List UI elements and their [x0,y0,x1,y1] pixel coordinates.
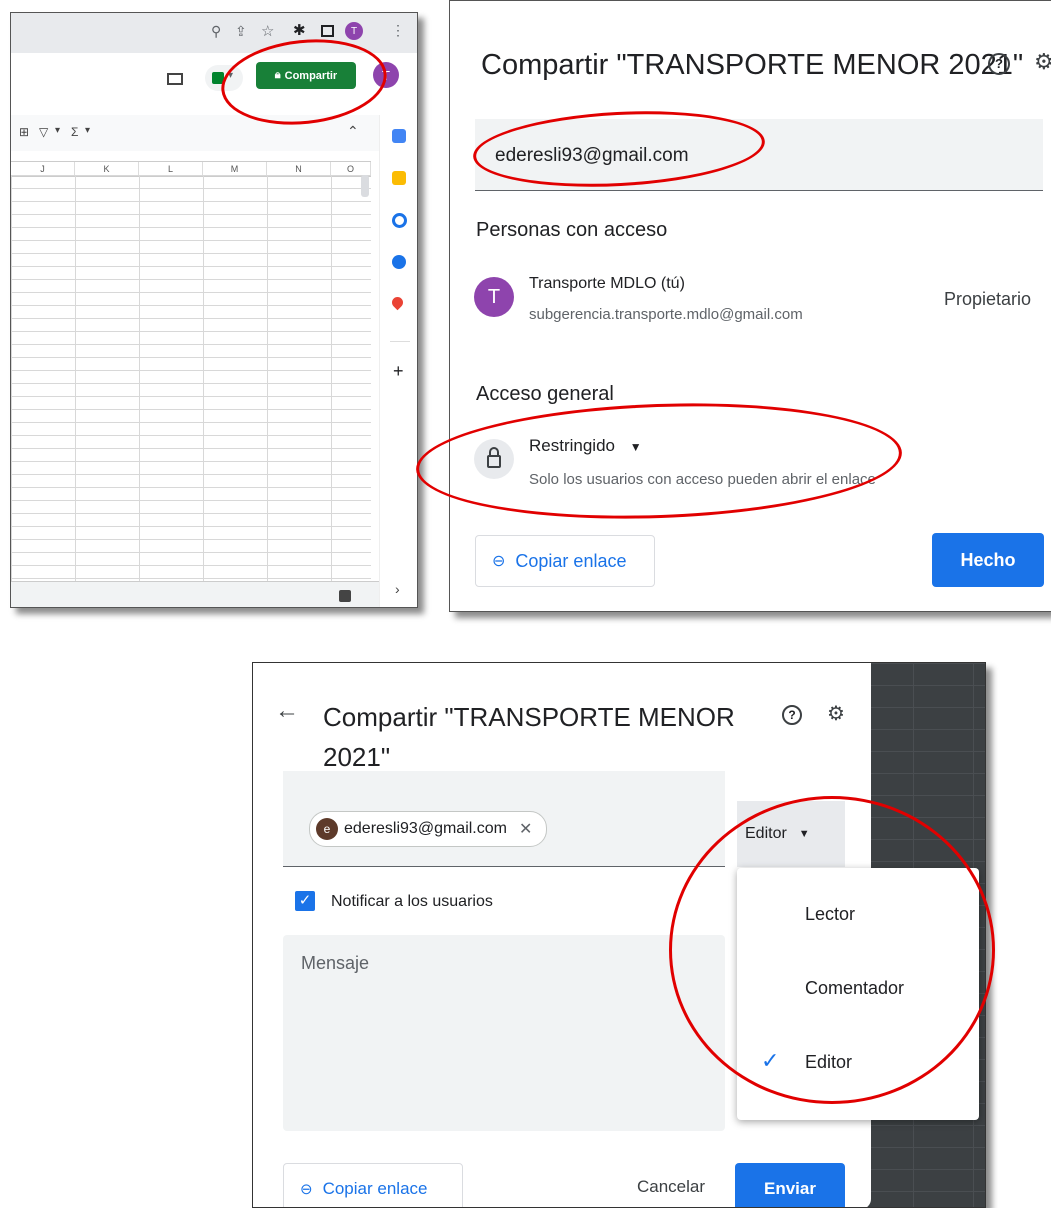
restriction-dropdown[interactable]: Restringido ▼ [529,436,642,456]
add-people-input[interactable]: ederesli93@gmail.com [475,119,1043,191]
browser-toolbar: ⚲ ⇪ ☆ ✱ T ⋮ [11,13,417,53]
comments-icon[interactable] [167,73,183,85]
owner-avatar: T [474,277,514,317]
column-header[interactable]: L [139,162,203,176]
lock-icon: 🔒︎ [274,69,281,81]
chart-icon[interactable]: ⊞ [19,125,29,139]
back-arrow-icon[interactable]: ← [275,697,299,725]
vertical-scrollbar[interactable] [361,175,369,197]
meet-button[interactable]: ▾ [205,65,243,91]
contacts-icon[interactable] [392,255,406,269]
column-header[interactable]: J [11,162,75,176]
explore-icon[interactable] [339,590,351,602]
sheets-header: ▾ 🔒︎ Compartir T [11,53,417,116]
expand-panel-icon[interactable]: › [395,581,400,597]
help-icon[interactable]: ? [782,705,802,725]
sheet-footer [11,581,379,607]
people-with-access-heading: Personas con acceso [476,219,668,241]
sidepanel-icon[interactable] [321,25,334,37]
cancel-button[interactable]: Cancelar [637,1177,705,1197]
dialog-title: Compartir "TRANSPORTE MENOR 2021" [323,697,735,777]
column-header[interactable]: K [75,162,139,176]
kebab-menu-icon[interactable]: ⋮ [391,22,405,39]
done-button[interactable]: Hecho [932,533,1044,587]
chevron-down-icon: ▾ [228,70,234,81]
restriction-label: Restringido [529,436,615,455]
notify-checkbox[interactable]: ✓ [295,891,315,911]
column-header[interactable]: N [267,162,331,176]
chevron-down-icon: ▼ [629,440,642,454]
sheets-window: ⚲ ⇪ ☆ ✱ T ⋮ ▾ 🔒︎ Compartir T ⊞ ▽ ▾ Σ ▾ ⌃… [10,12,418,608]
copy-link-button[interactable]: ⊖ Copiar enlace [283,1163,463,1207]
send-button[interactable]: Enviar [735,1163,845,1207]
dialog-title-line1: Compartir "TRANSPORTE MENOR [323,702,735,732]
calendar-icon[interactable] [392,129,406,143]
notify-label: Notificar a los usuarios [331,893,493,910]
recipient-avatar: e [316,818,338,840]
column-header[interactable]: M [203,162,267,176]
recipient-chip: e ederesli93@gmail.com ✕ [309,811,548,847]
sheets-formatting-toolbar: ⊞ ▽ ▾ Σ ▾ ⌃ [11,115,379,151]
copy-link-label: Copiar enlace [322,1179,428,1198]
zoom-icon[interactable]: ⚲ [211,23,221,40]
settings-gear-icon[interactable]: ⚙ [1034,49,1051,75]
owner-name: Transporte MDLO (tú) [529,275,685,292]
tasks-icon[interactable] [392,213,407,228]
help-icon[interactable]: ? [988,53,1010,75]
chevron-down-icon: ▼ [798,828,810,840]
share-button[interactable]: 🔒︎ Compartir [256,62,356,89]
filter-chevron-icon[interactable]: ▾ [55,125,60,136]
role-selected: Editor [745,825,787,842]
settings-gear-icon[interactable]: ⚙ [827,701,845,726]
general-access-heading: Acceso general [476,383,614,405]
email-input-value: ederesli93@gmail.com [495,145,689,166]
owner-email: subgerencia.transporte.mdlo@gmail.com [529,306,803,323]
owner-role: Propietario [944,289,1032,309]
share-page-icon[interactable]: ⇪ [235,23,247,40]
maps-icon[interactable] [389,294,406,311]
lock-shackle [489,447,499,457]
message-placeholder: Mensaje [301,953,370,973]
role-option-comentador[interactable]: Comentador [805,978,904,999]
meet-icon [212,72,224,84]
share-button-label: Compartir [284,69,338,82]
side-panel-divider [390,341,410,342]
extensions-icon[interactable]: ✱ [293,21,306,39]
recipient-email: ederesli93@gmail.com [344,820,507,837]
share-dialog: Compartir "TRANSPORTE MENOR 2021" ? ⚙ ed… [449,0,1051,612]
remove-chip-icon[interactable]: ✕ [519,819,532,839]
copy-link-label: Copiar enlace [515,550,627,571]
restriction-description: Solo los usuarios con acceso pueden abri… [529,471,876,488]
side-panel: + › [379,115,417,607]
role-menu: Lector Comentador ✓ Editor [737,868,979,1120]
invite-dialog-window: ← Compartir "TRANSPORTE MENOR 2021" ? ⚙ … [252,662,986,1208]
keep-icon[interactable] [392,171,406,185]
filter-icon[interactable]: ▽ [39,125,48,139]
column-header[interactable]: O [331,162,371,176]
copy-link-button[interactable]: ⊖ Copiar enlace [475,535,655,587]
role-dropdown[interactable]: Editor ▼ [737,801,845,867]
account-avatar[interactable]: T [373,62,399,88]
get-addons-icon[interactable]: + [393,361,404,382]
dialog-title: Compartir "TRANSPORTE MENOR 2021" [481,49,1024,81]
profile-avatar[interactable]: T [345,22,363,40]
bookmark-star-icon[interactable]: ☆ [261,22,274,40]
role-option-editor[interactable]: Editor [805,1052,852,1073]
cell-grid[interactable] [11,175,371,581]
collapse-toolbar-icon[interactable]: ⌃ [347,123,359,140]
link-icon: ⊖ [492,553,506,570]
role-option-lector[interactable]: Lector [805,904,855,925]
functions-chevron-icon[interactable]: ▾ [85,125,90,136]
functions-icon[interactable]: Σ [71,125,78,139]
check-icon: ✓ [761,1048,780,1073]
link-icon: ⊖ [300,1181,313,1198]
lock-icon-bg [474,439,514,479]
message-textarea[interactable]: Mensaje [283,935,725,1131]
